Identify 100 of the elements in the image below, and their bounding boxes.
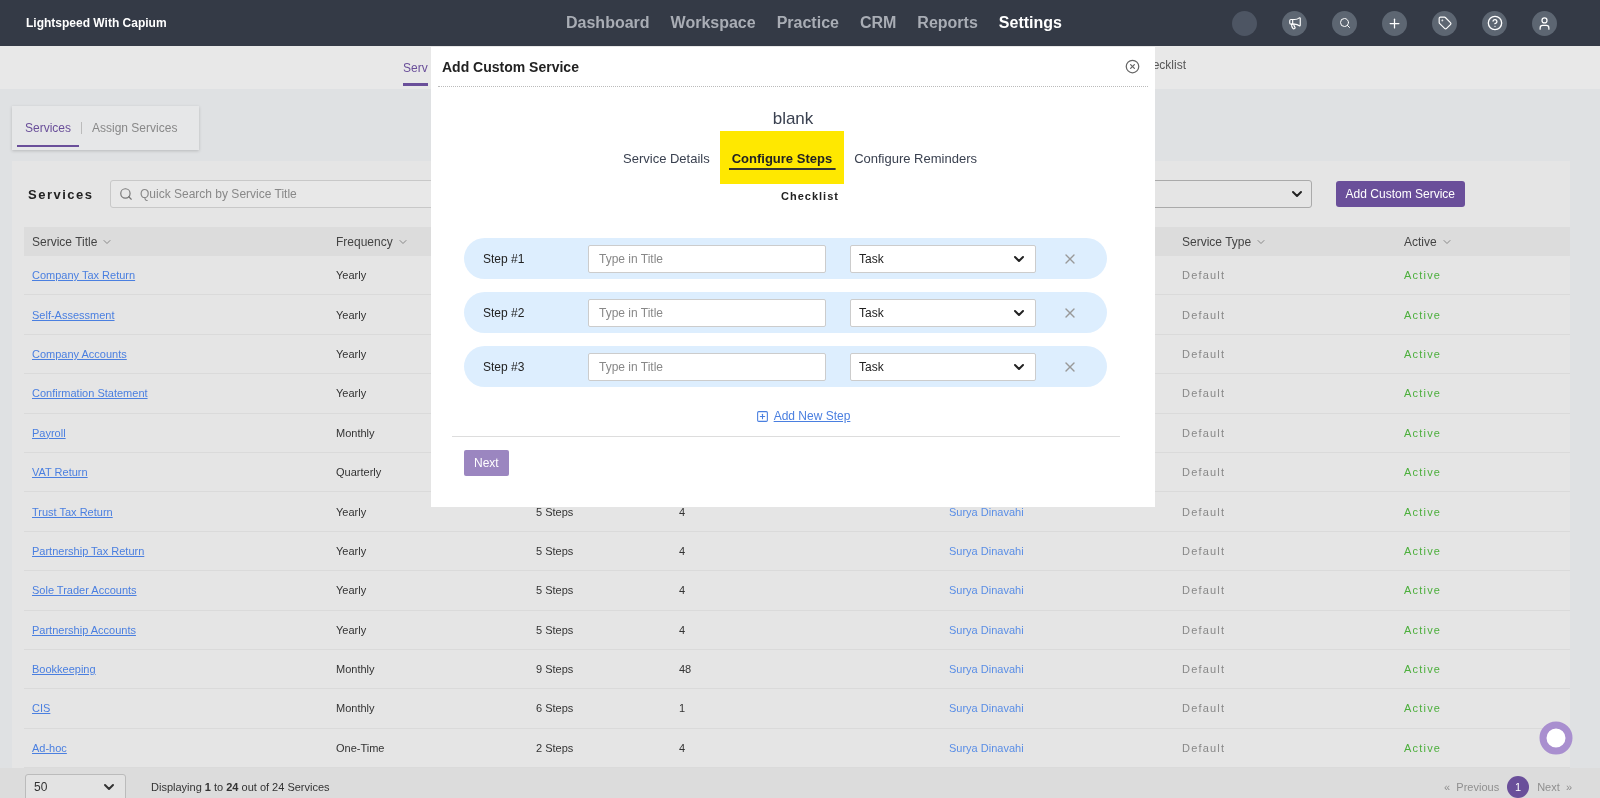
sub-tab[interactable]: Serv [403, 55, 428, 86]
owner-link[interactable]: Surya Dinavahi [949, 505, 1024, 518]
table-cell: Default [1182, 623, 1226, 636]
table-cell: Default [1182, 426, 1226, 439]
status-text: Active [1404, 623, 1442, 636]
section-tab[interactable]: Services [17, 117, 79, 147]
add-custom-service-button[interactable]: Add Custom Service [1335, 181, 1465, 207]
toolbar-button[interactable] [1532, 10, 1557, 36]
service-link[interactable]: Ad-hoc [32, 741, 67, 754]
section-heading: Services [28, 186, 95, 202]
table-cell: Monthly [336, 426, 375, 439]
help-icon [1486, 15, 1503, 31]
type-select[interactable]: Task [850, 244, 1036, 273]
service-link[interactable]: Confirmation Statement [32, 387, 148, 400]
modal-tab[interactable]: Configure Steps [719, 131, 845, 184]
column-header: Active [1404, 234, 1437, 249]
table-cell: 2 Steps [536, 741, 574, 754]
service-link[interactable]: CIS [32, 702, 51, 715]
toolbar-button[interactable] [1432, 10, 1457, 36]
megaphone-icon [1287, 16, 1302, 30]
step-label: Step #1 [483, 251, 526, 266]
owner-link[interactable]: Surya Dinavahi [949, 702, 1024, 715]
nav-link[interactable]: CRM [859, 14, 897, 32]
table-cell: Quarterly [336, 466, 382, 479]
search-icon [1338, 17, 1351, 29]
service-link[interactable]: Partnership Accounts [32, 623, 136, 636]
modal-title: Add Custom Service [442, 58, 579, 75]
table-cell: Default [1182, 544, 1226, 557]
modal-tab[interactable]: Configure Reminders [848, 131, 983, 184]
table-cell: 5 Steps [536, 544, 574, 557]
toolbar-button[interactable] [1282, 10, 1307, 36]
toolbar-button[interactable] [1332, 10, 1357, 36]
plus-icon [1387, 15, 1402, 31]
title-input[interactable]: Type in Title [588, 244, 826, 273]
nav-link[interactable]: Reports [917, 14, 978, 32]
status-text: Active [1404, 426, 1442, 439]
owner-link[interactable]: Surya Dinavahi [949, 584, 1024, 597]
tag-icon [1437, 16, 1452, 30]
service-name: blank [772, 109, 814, 129]
owner-link[interactable]: Surya Dinavahi [949, 623, 1024, 636]
type-select[interactable]: Task [850, 352, 1036, 381]
status-text: Active [1404, 584, 1442, 597]
owner-link[interactable]: Surya Dinavahi [949, 663, 1024, 676]
modal-tab[interactable]: Checklist [761, 190, 839, 202]
app-title: Lightspeed With Capium [26, 16, 168, 30]
close-button[interactable] [1125, 59, 1140, 74]
nav-link[interactable]: Practice [776, 14, 839, 32]
service-link[interactable]: Self-Assessment [32, 308, 115, 321]
table-cell: Yearly [336, 347, 367, 360]
page-size-select[interactable]: 50 [25, 773, 126, 798]
table-cell: Yearly [336, 269, 367, 282]
table-cell: 4 [679, 623, 686, 636]
table-cell: 1 [679, 702, 686, 715]
add-step-link[interactable]: Add New Step [755, 409, 851, 423]
nav-link[interactable]: Workspace [670, 14, 756, 32]
service-link[interactable]: Bookkeeping [32, 663, 96, 676]
status-text: Active [1404, 741, 1442, 754]
modal-tab[interactable]: Service Details [617, 131, 716, 184]
table-cell: Yearly [336, 544, 367, 557]
service-link[interactable]: Payroll [32, 426, 66, 439]
type-select[interactable]: Task [850, 298, 1036, 327]
toolbar-button[interactable] [1482, 10, 1507, 36]
service-link[interactable]: Sole Trader Accounts [32, 584, 137, 597]
search-icon [119, 187, 133, 201]
step-label: Step #3 [483, 359, 526, 374]
owner-link[interactable]: Surya Dinavahi [949, 741, 1024, 754]
table-cell: Monthly [336, 663, 375, 676]
table-cell: 6 Steps [536, 702, 574, 715]
table-cell: Yearly [336, 584, 367, 597]
table-cell: 5 Steps [536, 505, 574, 518]
results-summary: Displaying 1 to 24 out of 24 Services [151, 781, 330, 794]
table-cell: 9 Steps [536, 663, 574, 676]
table-cell: Default [1182, 387, 1226, 400]
service-link[interactable]: VAT Return [32, 466, 88, 479]
title-input[interactable]: Type in Title [588, 298, 826, 327]
next-button[interactable]: Next [464, 450, 509, 476]
step-label: Step #2 [483, 305, 526, 320]
ring-icon [1538, 720, 1574, 756]
status-text: Active [1404, 347, 1442, 360]
status-text: Active [1404, 702, 1442, 715]
table-cell: Default [1182, 584, 1226, 597]
status-text: Active [1404, 544, 1442, 557]
toolbar-button[interactable] [1382, 10, 1407, 36]
page-button[interactable]: 1 [1507, 776, 1530, 798]
section-tab[interactable]: Assign Services [84, 117, 186, 147]
table-cell: Default [1182, 505, 1226, 518]
table-cell: Default [1182, 347, 1226, 360]
service-link[interactable]: Trust Tax Return [32, 505, 113, 518]
table-cell: 4 [679, 741, 686, 754]
table-cell: Default [1182, 466, 1226, 479]
nav-link[interactable]: Dashboard [566, 14, 650, 32]
owner-link[interactable]: Surya Dinavahi [949, 544, 1024, 557]
table-cell: 5 Steps [536, 623, 574, 636]
service-link[interactable]: Company Tax Return [32, 269, 136, 282]
service-link[interactable]: Partnership Tax Return [32, 544, 145, 557]
table-cell: Yearly [336, 308, 367, 321]
status-text: Active [1404, 308, 1442, 321]
service-link[interactable]: Company Accounts [32, 347, 127, 360]
nav-link[interactable]: Settings [998, 14, 1062, 32]
title-input[interactable]: Type in Title [588, 352, 826, 381]
